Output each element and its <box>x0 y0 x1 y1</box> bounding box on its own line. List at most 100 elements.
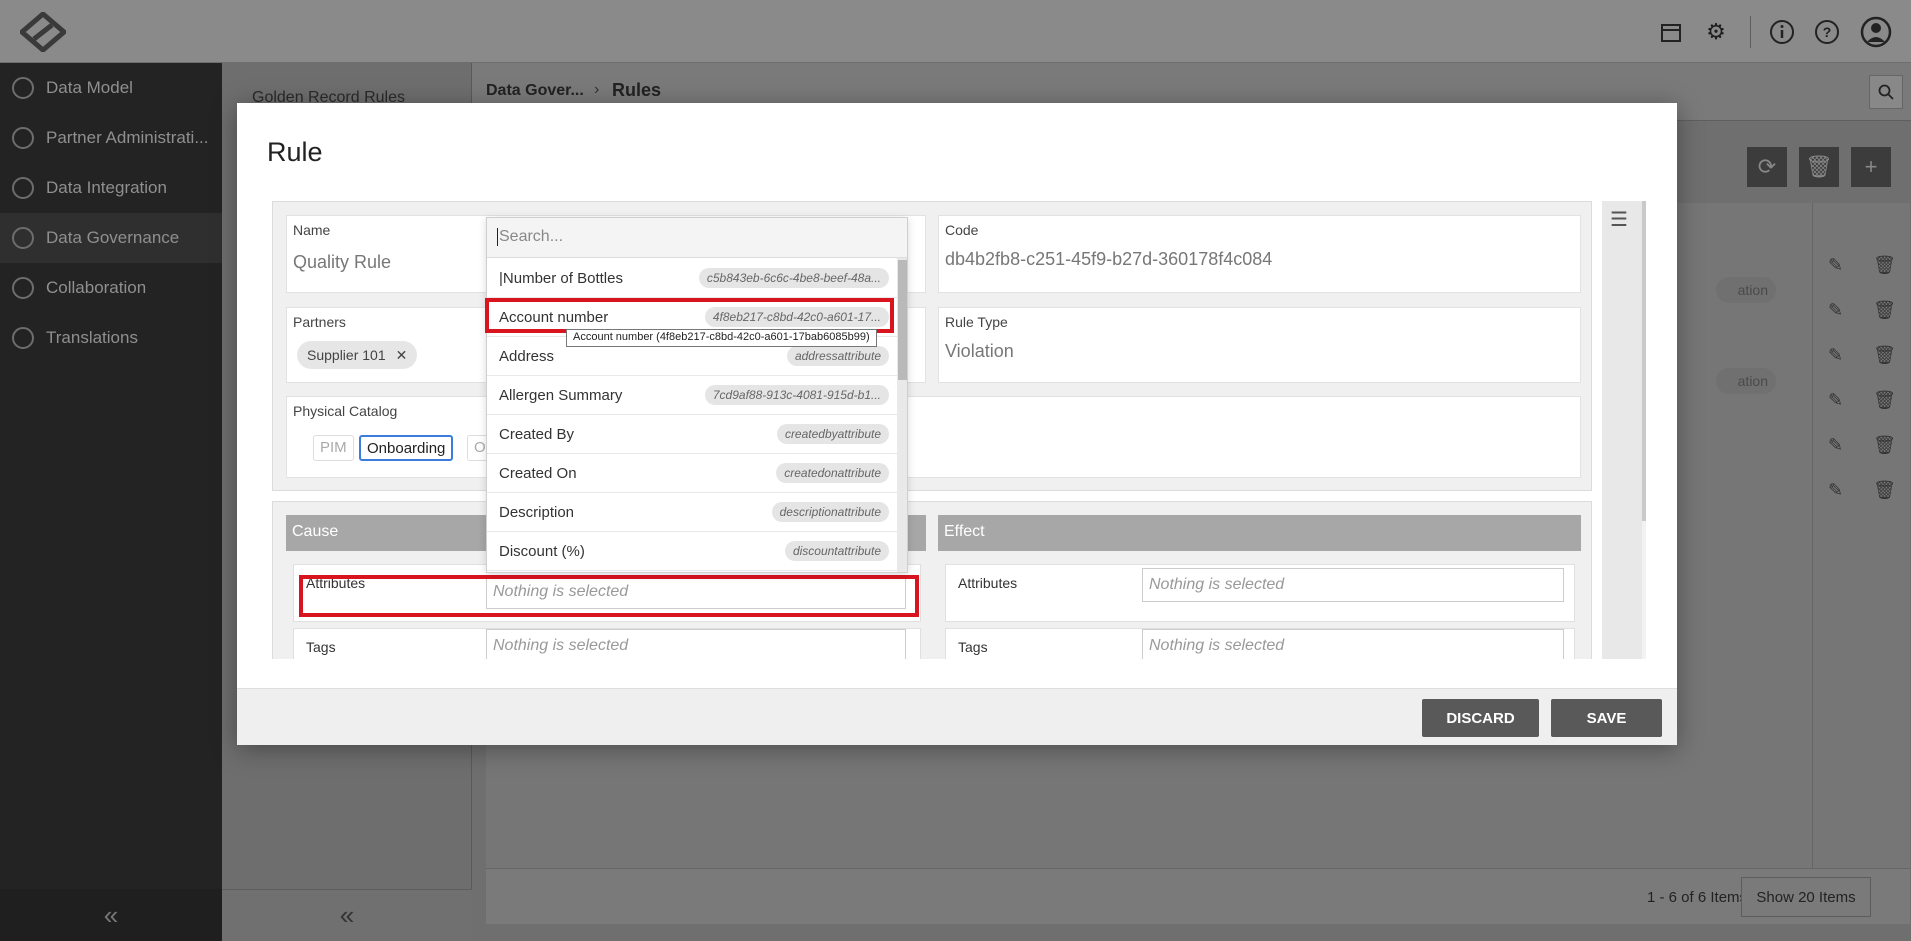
calendar-icon[interactable] <box>1657 18 1685 46</box>
add-rule-button[interactable]: + <box>1851 147 1891 187</box>
catalog-option-pim[interactable]: PIM <box>313 435 354 461</box>
list-icon: ☰ <box>1610 209 1628 231</box>
option-code-badge: addressattribute <box>786 346 889 366</box>
partner-chip: Supplier 101 ✕ <box>297 341 418 369</box>
search-icon[interactable] <box>1869 75 1903 109</box>
pager-summary: 1 - 6 of 6 Items <box>1647 889 1748 906</box>
table-row-actions: ✎ 🗑 <box>1813 468 1911 512</box>
refresh-button[interactable]: ⟳ <box>1747 147 1787 187</box>
option-name: Address <box>499 347 555 365</box>
rule-modal: Rule Name Quality Rule Code db4b2fb8-c25… <box>237 103 1677 745</box>
translations-icon <box>12 327 34 349</box>
sidebar-item-label: Translations <box>46 328 138 347</box>
option-code-badge: createdonattribute <box>776 463 889 483</box>
cause-tags-row: Tags Nothing is selected <box>293 628 921 659</box>
option-tooltip: Account number (4f8eb217-c8bd-42c0-a601-… <box>566 329 877 347</box>
physical-catalog-field: Physical Catalog PIM Onboarding Ot <box>286 396 1581 478</box>
option-code-badge: c5b843eb-6c6c-4be8-beef-48a... <box>698 268 889 288</box>
delete-icon[interactable]: 🗑 <box>1873 390 1896 411</box>
sidebar-item-label: Data Governance <box>46 228 180 247</box>
edit-icon[interactable]: ✎ <box>1828 255 1843 276</box>
option-code-badge: createdbyattribute <box>776 424 889 444</box>
effect-attributes-select[interactable]: Nothing is selected <box>1142 568 1564 602</box>
sidebar-item-label: Data Integration <box>46 178 167 197</box>
table-row-actions: ✎ 🗑 <box>1813 288 1911 332</box>
sidebar-item-data-integration[interactable]: Data Integration <box>0 163 222 213</box>
dropdown-option[interactable]: Discount (%) discountattribute <box>487 532 897 571</box>
dropdown-option[interactable]: |Number of Bottles c5b843eb-6c6c-4be8-be… <box>487 259 897 298</box>
edit-icon[interactable]: ✎ <box>1828 390 1843 411</box>
partner-chip-label: Supplier 101 <box>307 347 386 363</box>
breadcrumb-item-data-governance[interactable]: Data Gover... <box>486 82 584 100</box>
text-caret <box>497 228 498 246</box>
data-model-icon <box>12 77 34 99</box>
rule-type-field[interactable]: Rule Type Violation <box>938 307 1581 383</box>
catalog-option-onboarding[interactable]: Onboarding <box>359 435 454 461</box>
sidebar-item-data-model[interactable]: Data Model <box>0 63 222 113</box>
page-size-button[interactable]: Show 20 Items <box>1741 877 1871 917</box>
dropdown-option[interactable]: Created By createdbyattribute <box>487 415 897 454</box>
effect-tags-select[interactable]: Nothing is selected <box>1142 629 1564 659</box>
effect-attributes-label: Attributes <box>958 575 1018 591</box>
name-value: Quality Rule <box>293 252 392 272</box>
code-value: db4b2fb8-c251-45f9-b27d-360178f4c084 <box>945 249 1273 269</box>
effect-header: Effect <box>938 515 1581 551</box>
code-field[interactable]: Code db4b2fb8-c251-45f9-b27d-360178f4c08… <box>938 215 1581 293</box>
sidebar-collapse-button[interactable]: « <box>0 889 222 941</box>
data-integration-icon <box>12 177 34 199</box>
dropdown-option[interactable]: Description descriptionattribute <box>487 493 897 532</box>
edit-icon[interactable]: ✎ <box>1828 480 1843 501</box>
rule-type-badge: ation <box>1716 368 1776 394</box>
logo-icon[interactable] <box>20 12 66 52</box>
option-name: Description <box>499 503 575 521</box>
dropdown-option[interactable]: Allergen Summary 7cd9af88-913c-4081-915d… <box>487 376 897 415</box>
dropdown-search-placeholder: Search... <box>499 228 564 246</box>
delete-icon[interactable]: 🗑 <box>1873 300 1896 321</box>
effect-tags-row: Tags Nothing is selected <box>945 628 1575 659</box>
name-label: Name <box>293 222 331 238</box>
delete-icon[interactable]: 🗑 <box>1873 255 1896 276</box>
attributes-dropdown: Search... |Number of Bottles c5b843eb-6c… <box>486 217 908 573</box>
field-list-toggle[interactable]: ☰ <box>1602 201 1642 659</box>
dropdown-search-input[interactable]: Search... <box>487 218 907 258</box>
option-name: Allergen Summary <box>499 386 623 404</box>
gear-icon[interactable]: ⚙ <box>1702 18 1730 46</box>
data-governance-icon <box>12 227 34 249</box>
info-icon[interactable] <box>1768 18 1796 46</box>
sidebar-item-translations[interactable]: Translations <box>0 313 222 363</box>
highlight-account-number <box>485 298 894 333</box>
edit-icon[interactable]: ✎ <box>1828 300 1843 321</box>
user-avatar-icon[interactable] <box>1860 16 1892 48</box>
sidebar-item-partner-administration[interactable]: Partner Administrati... <box>0 113 222 163</box>
close-icon[interactable]: ✕ <box>396 347 408 364</box>
discard-button[interactable]: DISCARD <box>1422 699 1539 737</box>
delete-icon[interactable]: 🗑 <box>1873 435 1896 456</box>
sidebar-item-data-governance[interactable]: Data Governance <box>0 213 222 263</box>
dropdown-scrollbar-thumb[interactable] <box>898 260 907 380</box>
partners-label: Partners <box>293 314 346 330</box>
rule-type-value: Violation <box>945 341 1014 361</box>
top-bar: ⚙ ? <box>0 0 1911 63</box>
rule-type-label: Rule Type <box>945 314 1008 330</box>
subpanel-collapse-button[interactable]: « <box>222 889 472 941</box>
effect-attributes-row: Attributes Nothing is selected <box>945 564 1575 622</box>
cause-tags-label: Tags <box>306 639 336 655</box>
sidebar-item-collaboration[interactable]: Collaboration <box>0 263 222 313</box>
option-code-badge: 7cd9af88-913c-4081-915d-b1... <box>704 385 889 405</box>
rule-type-badge: ation <box>1716 277 1776 303</box>
modal-title: Rule <box>267 137 323 167</box>
delete-all-button[interactable]: 🗑 <box>1799 147 1839 187</box>
cause-tags-select[interactable]: Nothing is selected <box>486 629 906 659</box>
general-section: Name Quality Rule Code db4b2fb8-c251-45f… <box>272 201 1592 491</box>
save-button[interactable]: SAVE <box>1551 699 1662 737</box>
delete-icon[interactable]: 🗑 <box>1873 480 1896 501</box>
table-row-actions: ✎ 🗑 <box>1813 423 1911 467</box>
edit-icon[interactable]: ✎ <box>1828 435 1843 456</box>
delete-icon[interactable]: 🗑 <box>1873 345 1896 366</box>
option-name: |Number of Bottles <box>499 269 623 287</box>
breadcrumb-item-rules: Rules <box>612 80 662 100</box>
dropdown-option[interactable]: Created On createdonattribute <box>487 454 897 493</box>
help-icon[interactable]: ? <box>1813 18 1841 46</box>
collaboration-icon <box>12 277 34 299</box>
edit-icon[interactable]: ✎ <box>1828 345 1843 366</box>
